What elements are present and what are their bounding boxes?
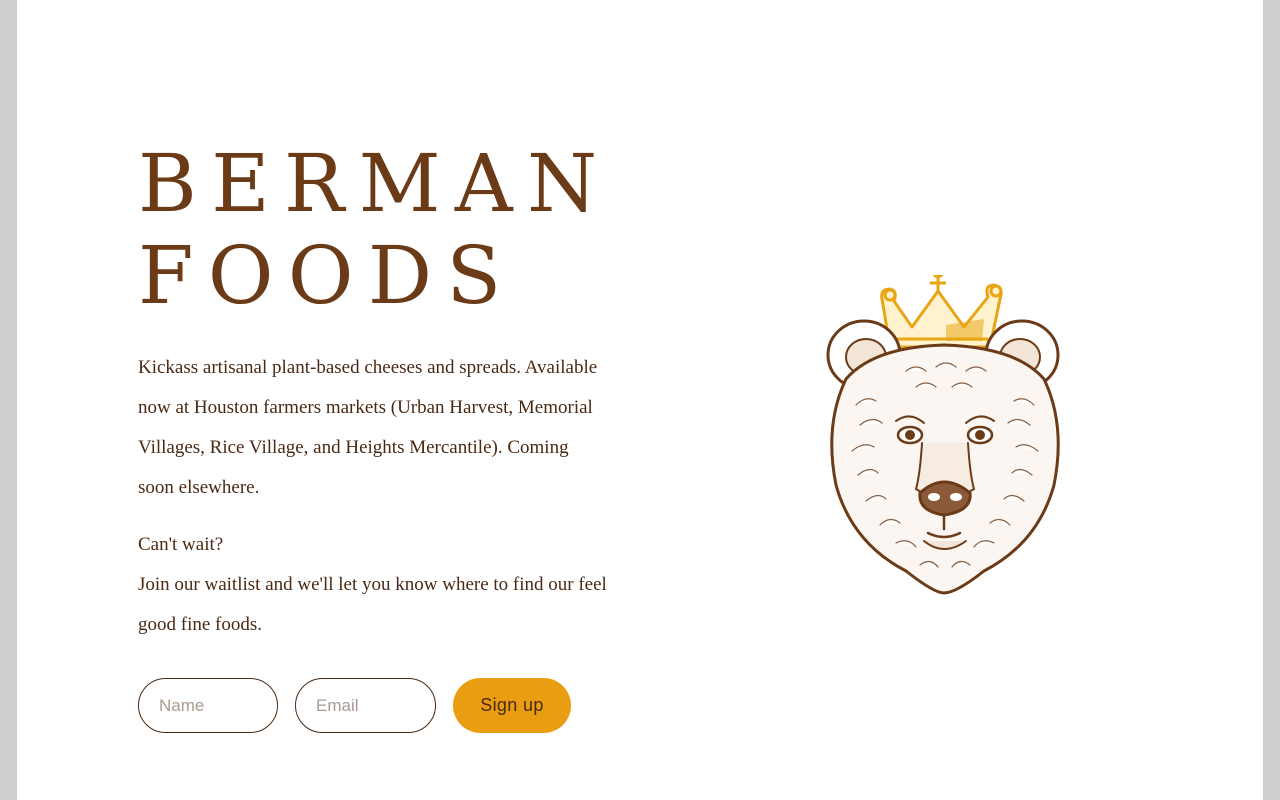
waitlist-question: Can't wait?: [138, 534, 224, 555]
waitlist-text: Join our waitlist and we'll let you know…: [138, 574, 607, 635]
brand-title-line-2: FOODS: [138, 229, 516, 322]
bear-head-icon: [826, 319, 1060, 595]
waitlist-form: Sign up: [138, 678, 571, 733]
crown-icon: [880, 275, 1003, 349]
email-input[interactable]: [295, 678, 436, 733]
brand-title: BERMAN FOODS: [138, 138, 612, 322]
waitlist-section: Can't wait? Join our waitlist and we'll …: [138, 525, 618, 645]
crowned-bear-icon: [826, 275, 1060, 595]
sign-up-button[interactable]: Sign up: [453, 678, 571, 733]
landing-page: BERMAN FOODS Kickass artisanal plant-bas…: [17, 0, 1263, 800]
brand-title-line-1: BERMAN: [138, 137, 612, 230]
name-input[interactable]: [138, 678, 278, 733]
intro-text: Kickass artisanal plant-based cheeses an…: [138, 357, 598, 498]
